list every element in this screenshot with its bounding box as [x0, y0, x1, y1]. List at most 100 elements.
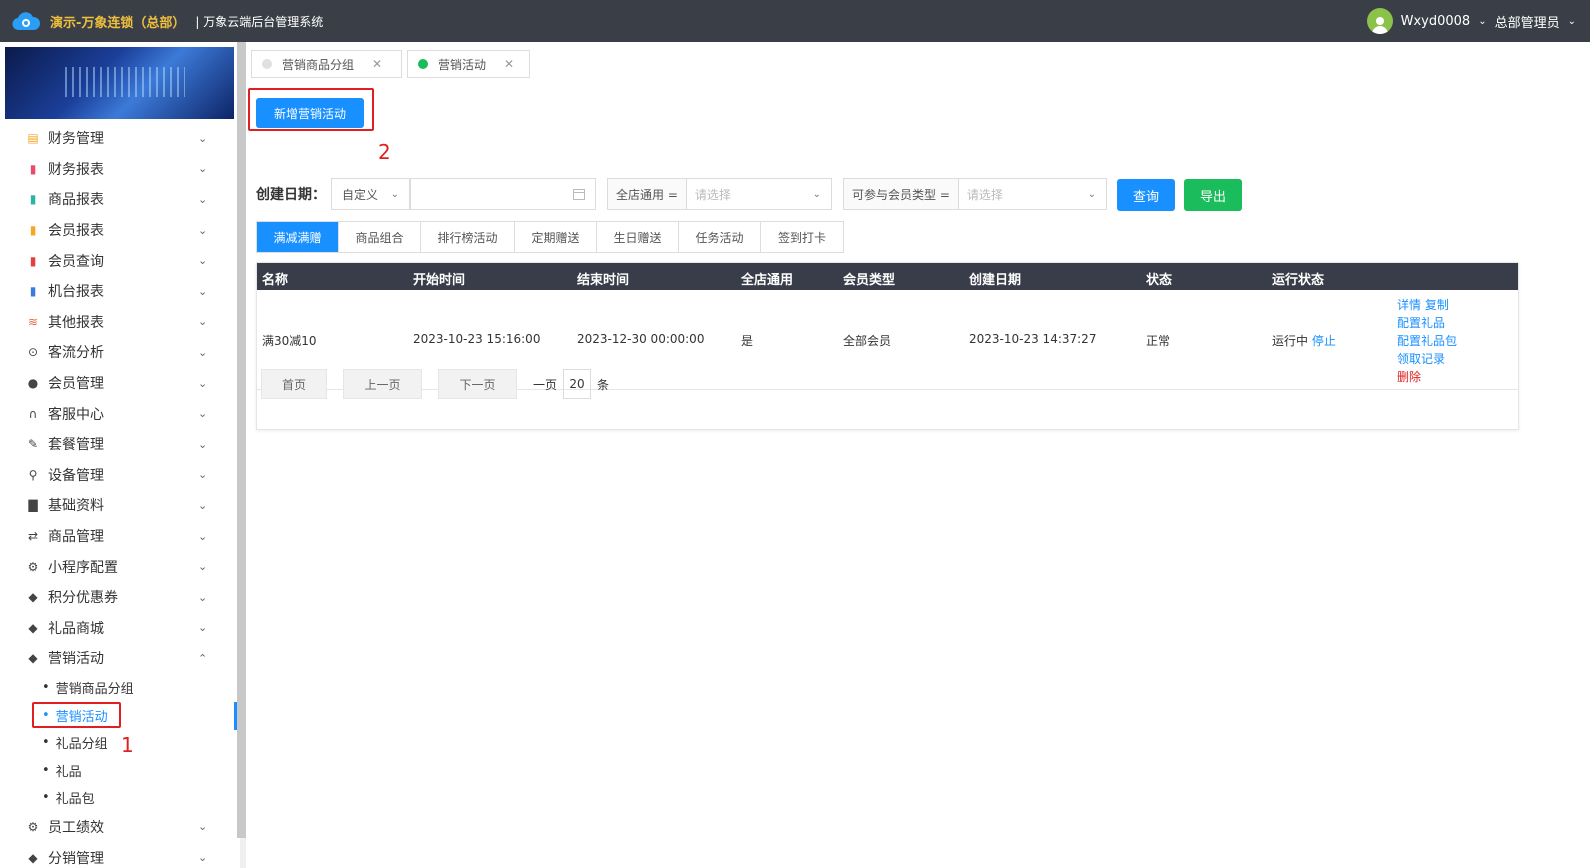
tab-activity-type[interactable]: 签到打卡 [761, 222, 843, 252]
sidebar-item-label: 客服中心 [48, 406, 104, 423]
target-icon: ⊙ [27, 345, 39, 360]
chevron-down-icon: ⌄ [198, 254, 208, 268]
member-report-icon: ▮ [29, 223, 37, 238]
sidebar-item[interactable]: ◆ 营销活动 ⌃ [0, 643, 240, 674]
sidebar-item[interactable]: ⚙ 小程序配置 ⌄ [0, 551, 240, 582]
content-panel: 新增营销活动 2 创建日期： 自定义 ⌄ 全店通用 = 请选择 ⌄ 可参与会员类… [246, 84, 1590, 868]
first-page-button[interactable]: 首页 [261, 369, 327, 399]
query-button[interactable]: 查询 [1117, 179, 1175, 211]
sidebar-item[interactable]: ⊙ 客流分析 ⌄ [0, 337, 240, 368]
tag-icon: ◆ [28, 651, 38, 666]
chevron-down-icon: ⌄ [198, 621, 208, 635]
tab-status-dot [262, 59, 272, 69]
chevron-down-icon: ⌄ [198, 468, 208, 482]
table-header: 名称 开始时间 结束时间 全店通用 会员类型 创建日期 状态 运行状态 [257, 263, 1518, 290]
sidebar-item-label: 分销管理 [48, 850, 104, 867]
bullet-icon: • [42, 679, 50, 695]
sidebar-item[interactable]: ⚲ 设备管理 ⌄ [0, 460, 240, 491]
bullet-icon: • [42, 790, 50, 806]
sidebar-item-label: 会员报表 [48, 223, 104, 240]
delete-link[interactable]: 删除 [1397, 368, 1457, 386]
edit-icon: ✎ [27, 437, 39, 452]
chevron-down-icon[interactable]: ⌄ [1568, 16, 1576, 27]
chevron-down-icon: ⌄ [198, 529, 208, 543]
chevron-down-icon: ⌄ [198, 345, 208, 359]
run-status-text: 运行中 [1272, 334, 1309, 348]
pagination: 首页 上一页 下一页 一页 20 条 [261, 369, 615, 399]
add-activity-button[interactable]: 新增营销活动 [256, 98, 364, 128]
main-area: 营销商品分组 ✕ 营销活动 ✕ 新增营销活动 2 创建日期： 自定义 ⌄ 全店通… [246, 42, 1590, 868]
tab-activity-type[interactable]: 生日赠送 [597, 222, 679, 252]
stop-link[interactable]: 停止 [1312, 334, 1336, 348]
tab-activity-type[interactable]: 排行榜活动 [421, 222, 515, 252]
chevron-down-icon[interactable]: ⌄ [1478, 16, 1486, 27]
sidebar-item[interactable]: ✎ 套餐管理 ⌄ [0, 429, 240, 460]
sidebar-submenu: • 营销商品分组 • 营销活动 • 礼品分组 • 礼品 • 礼品包 [0, 674, 240, 812]
annotation-1: 1 [121, 733, 134, 757]
sidebar-subitem[interactable]: • 礼品包 [0, 784, 240, 812]
sidebar-scrollbar[interactable] [237, 42, 246, 838]
tab-activity-type[interactable]: 商品组合 [339, 222, 421, 252]
file-icon: ▇ [28, 498, 38, 513]
sidebar-item-label: 套餐管理 [48, 437, 104, 454]
config-gift-pack-link[interactable]: 配置礼品包 [1397, 332, 1457, 350]
claim-record-link[interactable]: 领取记录 [1397, 350, 1457, 368]
all-store-select[interactable]: 全店通用 = 请选择 ⌄ [607, 178, 832, 210]
tab-label: 营销商品分组 [282, 57, 355, 72]
date-mode-select[interactable]: 自定义 ⌄ [331, 178, 410, 210]
sidebar-item[interactable]: ▮ 财务报表 ⌄ [0, 154, 240, 185]
bullet-icon: • [42, 762, 50, 778]
sidebar-item[interactable]: ∩ 客服中心 ⌄ [0, 398, 240, 429]
sidebar: ▤ 财务管理 ⌄ ▮ 财务报表 ⌄ ▮ 商品报表 ⌄ ▮ 会员报表 ⌄ ▮ 会员查询 ⌄ ▮ 机台报表 ⌄ ≋ 其他报… [0, 42, 240, 868]
close-icon[interactable]: ✕ [504, 57, 514, 71]
member-type-select[interactable]: 可参与会员类型 = 请选择 ⌄ [843, 178, 1107, 210]
sidebar-item[interactable]: ● 会员管理 ⌄ [0, 368, 240, 399]
cell-member-type: 全部会员 [843, 334, 892, 348]
sidebar-item[interactable]: ◆ 积分优惠券 ⌄ [0, 582, 240, 613]
sidebar-banner [5, 47, 234, 119]
prev-page-button[interactable]: 上一页 [343, 369, 422, 399]
bullet-icon: • [42, 735, 50, 751]
tab-activity-type[interactable]: 定期赠送 [515, 222, 597, 252]
sidebar-item[interactable]: ◆ 礼品商城 ⌄ [0, 613, 240, 644]
sidebar-item[interactable]: ▮ 会员报表 ⌄ [0, 215, 240, 246]
tab-marketing-group[interactable]: 营销商品分组 ✕ [251, 50, 402, 78]
sidebar-item[interactable]: ▮ 会员查询 ⌄ [0, 245, 240, 276]
user-name[interactable]: Wxyd0008 [1401, 14, 1471, 29]
per-page-input[interactable]: 20 [563, 369, 592, 399]
avatar[interactable] [1366, 8, 1393, 34]
sidebar-subitem[interactable]: • 营销商品分组 [0, 674, 240, 702]
operations-cell: 详情 复制 配置礼品 配置礼品包 领取记录 删除 [1397, 296, 1457, 386]
sidebar-item-label: 员工绩效 [48, 819, 104, 836]
sidebar-item[interactable]: ▮ 机台报表 ⌄ [0, 276, 240, 307]
close-icon[interactable]: ✕ [372, 57, 382, 71]
copy-link[interactable]: 复制 [1425, 298, 1449, 312]
tab-activity-type[interactable]: 满减满赠 [257, 222, 339, 252]
created-date-label: 创建日期： [256, 187, 326, 203]
user-area: Wxyd0008 ⌄ 总部管理员 ⌄ [1366, 0, 1576, 42]
calendar-icon [573, 189, 585, 200]
chevron-down-icon: ⌄ [812, 188, 821, 200]
sidebar-item[interactable]: ≋ 其他报表 ⌄ [0, 307, 240, 338]
tab-marketing-activity[interactable]: 营销活动 ✕ [407, 50, 530, 78]
sidebar-item[interactable]: ⚙ 员工绩效 ⌄ [0, 812, 240, 843]
annotation-2: 2 [378, 140, 391, 164]
export-button[interactable]: 导出 [1184, 179, 1242, 211]
col-member-type: 会员类型 [843, 273, 896, 288]
sidebar-item[interactable]: ◆ 分销管理 ⌄ [0, 842, 240, 868]
activity-table: 名称 开始时间 结束时间 全店通用 会员类型 创建日期 状态 运行状态 满30减… [256, 262, 1519, 430]
sidebar-item[interactable]: ▮ 商品报表 ⌄ [0, 184, 240, 215]
sidebar-subitem-label: 礼品分组 [55, 737, 108, 753]
sidebar-item[interactable]: ▇ 基础资料 ⌄ [0, 490, 240, 521]
detail-link[interactable]: 详情 [1397, 298, 1421, 312]
config-gift-link[interactable]: 配置礼品 [1397, 314, 1457, 332]
sidebar-item[interactable]: ⇄ 商品管理 ⌄ [0, 521, 240, 552]
role-name[interactable]: 总部管理员 [1495, 12, 1560, 31]
date-range-input[interactable] [410, 178, 596, 210]
col-run-status: 运行状态 [1272, 273, 1325, 288]
sidebar-subitem[interactable]: • 礼品分组 [0, 729, 240, 757]
sidebar-subitem[interactable]: • 礼品 [0, 756, 240, 784]
next-page-button[interactable]: 下一页 [438, 369, 517, 399]
sidebar-item[interactable]: ▤ 财务管理 ⌄ [0, 123, 240, 154]
tab-activity-type[interactable]: 任务活动 [679, 222, 761, 252]
